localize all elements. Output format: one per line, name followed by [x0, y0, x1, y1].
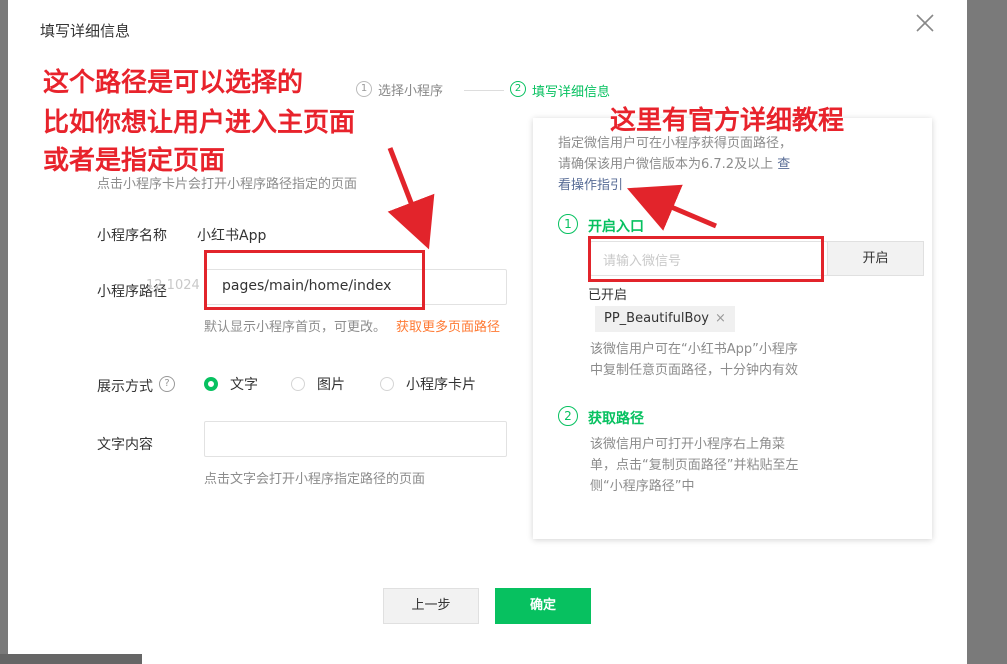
- arrow-to-guide-link: [626, 184, 717, 231]
- arrow-to-path-input: [387, 147, 435, 250]
- annotation-arrows: [387, 147, 717, 250]
